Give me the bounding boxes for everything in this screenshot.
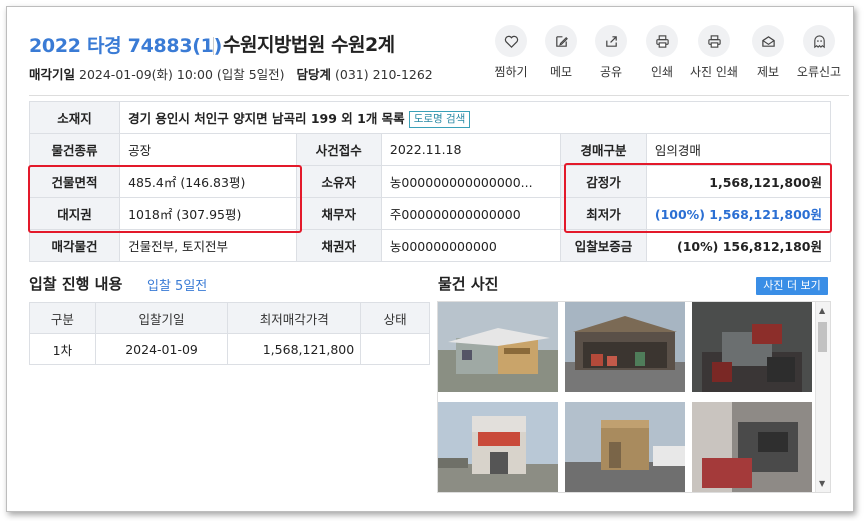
highlight-box-area bbox=[28, 165, 302, 233]
min-sale-price-cell: 1,568,121,800 bbox=[227, 333, 362, 365]
auction-detail-window: 2022 타경 74883(1) 수원지방법원 수원2계 매각기일 2024-0… bbox=[6, 6, 854, 512]
print-icon bbox=[655, 34, 669, 48]
memo-icon bbox=[555, 35, 568, 47]
sale-object-value: 건물전부, 토지전부 bbox=[119, 229, 297, 262]
type-value: 공장 bbox=[119, 133, 297, 166]
creditor-value: 농000000000000 bbox=[380, 229, 562, 262]
photo-image bbox=[565, 402, 685, 492]
photo-print-icon bbox=[707, 34, 721, 48]
table-header-row: 구분 입찰기일 최저매각가격 상태 bbox=[29, 302, 430, 334]
case-received-label: 사건접수 bbox=[295, 133, 382, 166]
photo-gallery: ▲ ▼ bbox=[437, 301, 831, 493]
column-header: 구분 bbox=[29, 302, 96, 334]
court-name: 수원지방법원 수원2계 bbox=[223, 34, 395, 56]
case-number: 2022 타경 74883(1) bbox=[29, 35, 222, 57]
sale-date-label: 매각기일 bbox=[29, 67, 76, 82]
sale-object-label: 매각물건 bbox=[28, 229, 121, 262]
status-cell bbox=[360, 333, 430, 365]
deposit-label: 입찰보증금 bbox=[560, 229, 647, 262]
error-report-icon bbox=[813, 34, 825, 48]
bid-progress-table: 구분 입찰기일 최저매각가격 상태 1차 2024-01-09 1,568,12… bbox=[29, 302, 430, 365]
dept-phone: (031) 210-1262 bbox=[334, 67, 433, 82]
column-header: 최저매각가격 bbox=[227, 302, 362, 334]
property-photo[interactable] bbox=[692, 302, 812, 392]
owner-value: 농000000000000000... bbox=[380, 165, 562, 198]
photo-image bbox=[438, 302, 558, 392]
photo-scrollbar[interactable]: ▲ ▼ bbox=[815, 302, 830, 492]
share-icon bbox=[605, 35, 617, 47]
table-row: 물건종류 공장 사건접수 2022.11.18 경매구분 임의경매 bbox=[28, 133, 832, 166]
title-separator bbox=[213, 37, 214, 55]
print-label: 인쇄 bbox=[650, 65, 674, 79]
owner-label: 소유자 bbox=[295, 165, 382, 198]
heart-icon bbox=[504, 35, 518, 48]
auction-kind-value: 임의경매 bbox=[645, 133, 832, 166]
type-label: 물건종류 bbox=[28, 133, 121, 166]
print-button[interactable]: 인쇄 bbox=[632, 25, 692, 80]
scroll-up-icon[interactable]: ▲ bbox=[819, 306, 825, 315]
case-received-value: 2022.11.18 bbox=[380, 133, 562, 166]
property-photo[interactable] bbox=[438, 302, 558, 392]
report-icon bbox=[761, 35, 775, 47]
highlight-box-price bbox=[564, 163, 832, 233]
column-header: 입찰기일 bbox=[94, 302, 229, 334]
column-header: 상태 bbox=[360, 302, 430, 334]
property-photo[interactable] bbox=[565, 402, 685, 492]
sale-info-line: 매각기일 2024-01-09(화) 10:00 (입찰 5일전) 담당계 (0… bbox=[29, 64, 433, 83]
auction-kind-label: 경매구분 bbox=[560, 133, 647, 166]
photo-image bbox=[438, 402, 558, 492]
error-report-label: 오류신고 bbox=[796, 65, 842, 79]
error-report-button[interactable]: 오류신고 bbox=[789, 25, 849, 80]
debtor-value: 주000000000000000 bbox=[380, 197, 562, 230]
table-row: 소재지 경기 용인시 처인구 양지면 남곡리 199 외 1개 목록 도로명 검색 bbox=[28, 101, 831, 134]
bid-progress-title: 입찰 진행 내용 bbox=[29, 275, 123, 293]
round-cell: 1차 bbox=[29, 333, 96, 365]
scroll-thumb[interactable] bbox=[818, 322, 827, 352]
road-name-search-button[interactable]: 도로명 검색 bbox=[408, 110, 471, 128]
table-row: 1차 2024-01-09 1,568,121,800 bbox=[29, 333, 430, 365]
photo-print-button[interactable]: 사진 인쇄 bbox=[684, 25, 744, 80]
property-photo[interactable] bbox=[438, 402, 558, 492]
property-photo[interactable] bbox=[565, 302, 685, 392]
creditor-label: 채권자 bbox=[295, 229, 382, 262]
location-label: 소재지 bbox=[28, 101, 121, 134]
location-value: 경기 용인시 처인구 양지면 남곡리 199 외 1개 목록 bbox=[128, 110, 405, 126]
property-photo[interactable] bbox=[692, 402, 812, 492]
bid-date-cell: 2024-01-09 bbox=[94, 333, 229, 365]
deposit-value: (10%) 156,812,180원 bbox=[645, 229, 832, 262]
header-divider bbox=[29, 95, 849, 96]
photos-title: 물건 사진 bbox=[438, 275, 499, 293]
photo-image bbox=[565, 302, 685, 392]
sale-date-value: 2024-01-09(화) 10:00 (입찰 5일전) bbox=[79, 67, 285, 82]
more-photos-button[interactable]: 사진 더 보기 bbox=[756, 277, 828, 295]
photo-image bbox=[692, 402, 812, 492]
table-row: 매각물건 건물전부, 토지전부 채권자 농000000000000 입찰보증금 … bbox=[28, 229, 832, 262]
debtor-label: 채무자 bbox=[295, 197, 382, 230]
location-cell: 경기 용인시 처인구 양지면 남곡리 199 외 1개 목록 도로명 검색 bbox=[119, 101, 831, 134]
dept-label: 담당계 bbox=[296, 67, 331, 82]
scroll-down-icon[interactable]: ▼ bbox=[819, 479, 825, 488]
bid-progress-subtitle: 입찰 5일전 bbox=[147, 279, 208, 294]
photo-image bbox=[692, 302, 812, 392]
photo-print-label: 사진 인쇄 bbox=[690, 65, 738, 79]
